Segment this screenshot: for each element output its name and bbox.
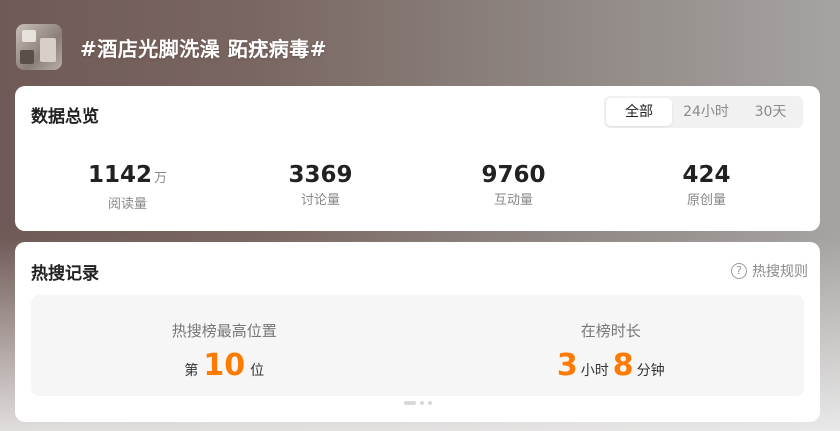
data-overview-card: 数据总览 全部 24小时 30天 1142 万 阅读量 3369 讨论量 9760… [15,86,820,231]
hot-search-rules-link[interactable]: ? 热搜规则 [731,261,808,281]
rank-suffix: 位 [250,363,265,379]
rank-prefix: 第 [184,363,199,379]
overview-title: 数据总览 [31,107,99,127]
duration-hours: 3 [556,348,578,383]
page-dot-active[interactable] [404,401,416,405]
stat-reads: 1142 万 阅读量 [31,162,224,212]
stat-label: 互动量 [493,193,533,208]
page-dot[interactable] [428,401,432,405]
stat-label: 讨论量 [300,193,340,208]
stat-label: 原创量 [686,193,726,208]
pagination-dots [404,401,432,405]
hot-search-title: 热搜记录 [31,264,99,284]
stat-interactions: 9760 互动量 [417,162,610,212]
hot-search-stats-panel: 热搜榜最高位置 第 10 位 在榜时长 3 小时 8 分钟 [31,295,804,396]
stat-value: 1142 [87,162,152,188]
stat-unit: 万 [154,171,168,186]
page-dot[interactable] [420,401,424,405]
rules-label: 热搜规则 [752,264,808,280]
tab-30d[interactable]: 30天 [740,98,801,126]
rank-value: 10 [203,348,246,383]
topic-thumbnail [16,24,62,70]
stat-discussions: 3369 讨论量 [224,162,417,212]
stat-label: 阅读量 [107,197,147,212]
stat-originals: 424 原创量 [610,162,803,212]
stat-value: 3369 [288,162,353,188]
topic-header: #酒店光脚洗澡 跖疣病毒# [16,24,327,70]
highest-rank-block: 热搜榜最高位置 第 10 位 [31,295,418,396]
hours-unit: 小时 [580,363,609,379]
duration-block: 在榜时长 3 小时 8 分钟 [418,295,805,396]
duration-minutes: 8 [612,348,634,383]
topic-title: #酒店光脚洗澡 跖疣病毒# [80,36,327,61]
duration-label: 在榜时长 [580,322,641,340]
stat-value: 9760 [481,162,546,188]
hot-search-card: 热搜记录 ? 热搜规则 热搜榜最高位置 第 10 位 在榜时长 3 小时 8 分… [15,242,820,422]
minutes-unit: 分钟 [636,363,665,379]
stat-value: 424 [682,162,731,188]
tab-all[interactable]: 全部 [606,98,672,126]
stats-row: 1142 万 阅读量 3369 讨论量 9760 互动量 424 原创量 [31,162,804,212]
time-range-tabs: 全部 24小时 30天 [604,96,803,128]
tab-24h[interactable]: 24小时 [672,98,740,126]
highest-rank-label: 热搜榜最高位置 [171,322,277,340]
question-icon: ? [731,263,747,279]
